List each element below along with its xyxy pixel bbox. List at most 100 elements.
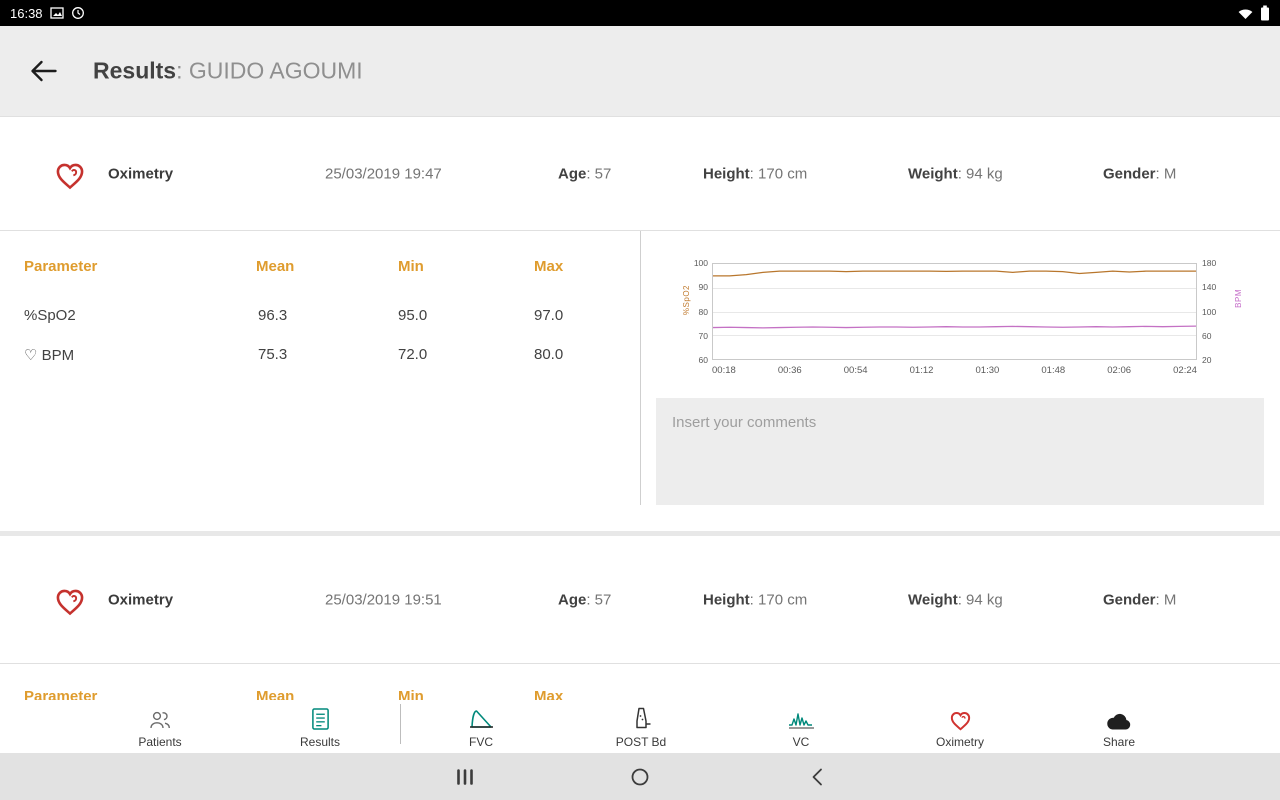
field-value: : M <box>1156 592 1177 609</box>
y-tick-left: 80 <box>680 307 708 317</box>
x-tick: 00:18 <box>712 365 736 376</box>
heart-icon <box>52 584 88 616</box>
nav-label-share: Share <box>1103 735 1135 749</box>
y-tick-right: 100 <box>1202 307 1230 317</box>
weight-field: Weight: 94 kg <box>908 165 1003 182</box>
result-card-2[interactable]: Oximetry 25/03/2019 19:51 Age: 57 Height… <box>0 537 1280 664</box>
nav-label-results: Results <box>300 735 340 749</box>
field-value: : M <box>1156 165 1177 182</box>
field-label: Age <box>558 165 586 182</box>
field-label: Gender <box>1103 165 1156 182</box>
title-patient-name: : GUIDO AGOUMI <box>176 58 363 84</box>
back-button[interactable] <box>811 767 823 786</box>
x-tick: 00:54 <box>844 365 868 376</box>
page-title: Results: GUIDO AGOUMI <box>93 58 363 85</box>
field-label: Gender <box>1103 592 1156 609</box>
gender-field: Gender: M <box>1103 165 1176 182</box>
nav-label-oximetry: Oximetry <box>936 735 984 749</box>
field-label: Weight <box>908 165 958 182</box>
nav-label-postbd: POST Bd <box>616 735 666 749</box>
y-tick-left: 100 <box>680 258 708 268</box>
bottom-nav: Patients Results FV <box>0 700 1280 753</box>
wifi-icon <box>1237 7 1254 20</box>
result-card-1[interactable]: Oximetry 25/03/2019 19:47 Age: 57 Height… <box>0 117 1280 231</box>
field-value: : 94 kg <box>958 165 1003 182</box>
cell-spo2-param: %SpO2 <box>24 307 76 324</box>
cell-spo2-mean: 96.3 <box>258 307 287 324</box>
nav-label-vc: VC <box>793 735 810 749</box>
field-label: Height <box>703 165 750 182</box>
header: Results: GUIDO AGOUMI <box>0 26 1280 117</box>
weight-field: Weight: 94 kg <box>908 592 1003 609</box>
cell-bpm-max: 80.0 <box>534 346 563 363</box>
field-label: Age <box>558 592 586 609</box>
col-header-min: Min <box>398 258 424 275</box>
field-label: Weight <box>908 592 958 609</box>
app-screen: 16:38 Results: GUIDO AGOUMI <box>0 0 1280 800</box>
cell-spo2-min: 95.0 <box>398 307 427 324</box>
comments-input[interactable] <box>656 398 1264 505</box>
field-value: : 57 <box>586 165 611 182</box>
y-tick-left: 90 <box>680 282 708 292</box>
right-axis-label: BPM <box>1234 289 1243 308</box>
x-tick: 02:24 <box>1173 365 1197 376</box>
status-bar: 16:38 <box>0 0 1280 26</box>
title-section: Results <box>93 58 176 84</box>
x-tick: 01:12 <box>910 365 934 376</box>
nav-item-oximetry[interactable]: Oximetry <box>900 704 1020 749</box>
cell-bpm-param: ♡ BPM <box>24 346 74 364</box>
col-header-max: Max <box>534 258 563 275</box>
x-tick: 01:30 <box>976 365 1000 376</box>
x-tick: 00:36 <box>778 365 802 376</box>
nav-item-results[interactable]: Results <box>260 704 380 749</box>
col-header-parameter: Parameter <box>24 258 97 275</box>
field-value: : 94 kg <box>958 592 1003 609</box>
back-arrow-button[interactable] <box>30 60 57 83</box>
nav-item-share[interactable]: Share <box>1059 704 1179 749</box>
recents-button[interactable] <box>455 768 476 785</box>
share-cloud-icon <box>1105 704 1133 731</box>
post-bd-icon <box>630 704 653 731</box>
heart-icon <box>52 158 88 190</box>
height-field: Height: 170 cm <box>703 592 807 609</box>
oximetry-heart-icon <box>948 704 973 731</box>
test-type-label: Oximetry <box>108 165 173 182</box>
nav-item-fvc[interactable]: FVC <box>421 704 541 749</box>
age-field: Age: 57 <box>558 165 611 182</box>
nav-divider <box>400 704 401 744</box>
status-time: 16:38 <box>10 6 43 21</box>
y-tick-right: 20 <box>1202 355 1230 365</box>
nav-item-postbd[interactable]: POST Bd <box>581 704 701 749</box>
cell-bpm-mean: 75.3 <box>258 346 287 363</box>
patients-icon <box>147 704 173 731</box>
nav-item-vc[interactable]: VC <box>741 704 861 749</box>
clock-icon <box>71 6 85 20</box>
home-button[interactable] <box>631 767 650 786</box>
test-type-label: Oximetry <box>108 592 173 609</box>
field-value: : 57 <box>586 592 611 609</box>
gender-field: Gender: M <box>1103 592 1176 609</box>
android-nav-bar <box>0 753 1280 800</box>
field-value: : 170 cm <box>750 165 808 182</box>
y-tick-left: 60 <box>680 355 708 365</box>
nav-item-patients[interactable]: Patients <box>100 704 220 749</box>
y-tick-right: 140 <box>1202 282 1230 292</box>
col-header-mean: Mean <box>256 258 294 275</box>
screenshot-icon <box>50 6 64 20</box>
height-field: Height: 170 cm <box>703 165 807 182</box>
y-tick-left: 70 <box>680 331 708 341</box>
field-label: Height <box>703 592 750 609</box>
fvc-icon <box>468 704 495 731</box>
test-datetime: 25/03/2019 19:47 <box>325 165 442 182</box>
x-tick: 02:06 <box>1107 365 1131 376</box>
x-tick: 01:48 <box>1041 365 1065 376</box>
battery-icon <box>1260 5 1270 21</box>
vc-icon <box>788 704 815 731</box>
age-field: Age: 57 <box>558 592 611 609</box>
oximetry-chart: %SpO2 BPM 100 90 80 70 60 180 140 100 60… <box>656 255 1256 379</box>
chart-lines <box>713 264 1196 359</box>
x-axis-labels: 00:18 00:36 00:54 01:12 01:30 01:48 02:0… <box>712 365 1197 376</box>
cell-spo2-max: 97.0 <box>534 307 563 324</box>
nav-label-patients: Patients <box>138 735 181 749</box>
y-tick-right: 60 <box>1202 331 1230 341</box>
